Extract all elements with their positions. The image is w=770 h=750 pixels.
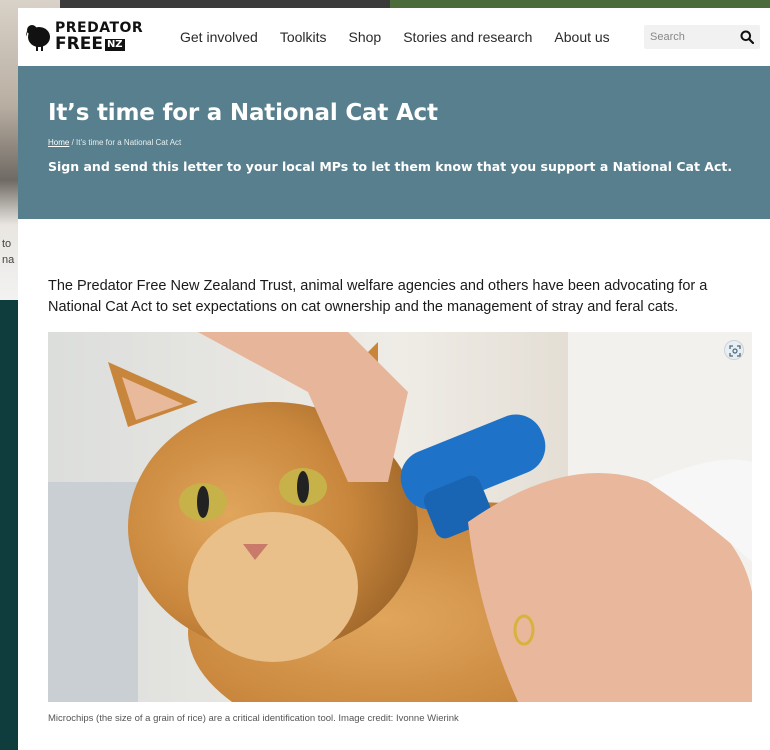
expand-icon[interactable] bbox=[724, 340, 744, 360]
top-navigation: PREDATOR FREE NZ Get involved Toolkits S… bbox=[18, 8, 770, 66]
main-menu: Get involved Toolkits Shop Stories and r… bbox=[180, 29, 610, 45]
logo-line-2: FREE bbox=[55, 34, 103, 54]
article-image[interactable] bbox=[48, 332, 752, 702]
breadcrumb-home-link[interactable]: Home bbox=[48, 138, 69, 147]
site-logo[interactable]: PREDATOR FREE NZ bbox=[26, 17, 156, 57]
article-content: The Predator Free New Zealand Trust, ani… bbox=[18, 276, 770, 724]
intro-paragraph: The Predator Free New Zealand Trust, ani… bbox=[48, 278, 708, 315]
nav-stories-and-research[interactable]: Stories and research bbox=[403, 29, 532, 45]
logo-line-1: PREDATOR bbox=[55, 20, 144, 36]
search-input[interactable] bbox=[650, 31, 738, 43]
nav-about-us[interactable]: About us bbox=[554, 29, 609, 45]
image-caption: Microchips (the size of a grain of rice)… bbox=[48, 713, 459, 724]
page-hero: It’s time for a National Cat Act Home / … bbox=[18, 66, 770, 219]
search-box bbox=[644, 25, 760, 49]
background-text-fragment: to bbox=[2, 238, 12, 250]
kiwi-bird-icon bbox=[26, 25, 50, 51]
nav-toolkits[interactable]: Toolkits bbox=[280, 29, 327, 45]
search-icon[interactable] bbox=[740, 30, 754, 44]
cat-microchip-photo bbox=[48, 332, 752, 702]
page-subtitle: Sign and send this letter to your local … bbox=[48, 159, 733, 174]
logo-nz-badge: NZ bbox=[104, 38, 125, 51]
background-strip bbox=[60, 0, 770, 8]
background-text-fragment: na bbox=[2, 254, 15, 266]
nav-shop[interactable]: Shop bbox=[349, 29, 382, 45]
webpage: PREDATOR FREE NZ Get involved Toolkits S… bbox=[18, 8, 770, 750]
breadcrumb-separator: / bbox=[71, 138, 74, 147]
page-title: It’s time for a National Cat Act bbox=[48, 100, 438, 126]
breadcrumb: Home / It’s time for a National Cat Act bbox=[48, 138, 770, 147]
nav-get-involved[interactable]: Get involved bbox=[180, 29, 258, 45]
breadcrumb-current: It’s time for a National Cat Act bbox=[76, 138, 182, 147]
